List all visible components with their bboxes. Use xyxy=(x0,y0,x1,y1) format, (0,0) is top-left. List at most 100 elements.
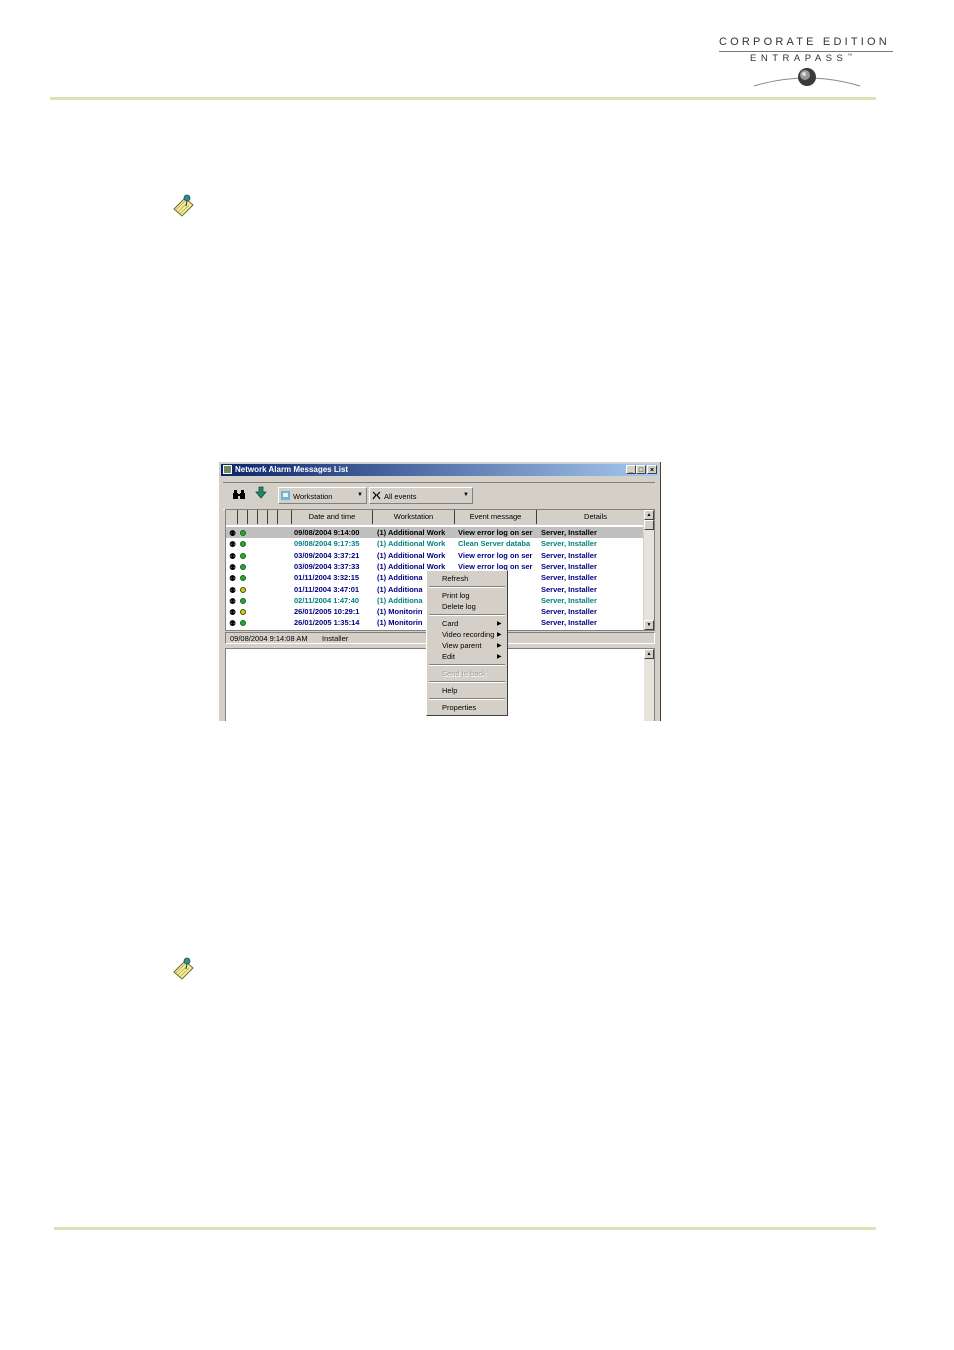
cell-details: Server, Installer xyxy=(541,573,597,583)
entrapass-logo: CORPORATE EDITION ENTRAPASS™ xyxy=(716,36,896,92)
table-row[interactable]: ⚉ 09/08/2004 9:14:00 (1) Additional Work Vi… xyxy=(226,527,646,538)
chevron-down-icon: ▼ xyxy=(463,492,469,498)
status-datetime: 09/08/2004 9:14:08 AM xyxy=(230,634,308,643)
column-header-date[interactable]: Date and time xyxy=(292,510,373,524)
status-dot-icon xyxy=(240,563,246,570)
menu-item-send-to-back: Send to back xyxy=(442,669,486,678)
cell-workstation: (1) Additiona xyxy=(377,595,423,605)
scroll-thumb[interactable] xyxy=(644,520,654,530)
submenu-arrow-icon: ▶ xyxy=(497,643,502,649)
maximize-button[interactable]: □ xyxy=(636,465,646,474)
menu-separator xyxy=(429,698,505,700)
cell-details: Server, Installer xyxy=(541,584,597,594)
column-header-event-message[interactable]: Event message xyxy=(455,510,537,524)
status-dot-icon xyxy=(240,620,246,627)
menu-item-view-parent[interactable]: View parent xyxy=(442,641,481,650)
cell-date: 03/09/2004 3:37:21 xyxy=(294,550,360,560)
menu-item-print-log[interactable]: Print log xyxy=(442,591,470,600)
events-dropdown[interactable]: All events ▼ xyxy=(369,487,473,504)
menu-separator xyxy=(429,664,505,666)
column-header-details[interactable]: Details xyxy=(537,510,654,524)
column-header-icon4[interactable] xyxy=(258,510,268,524)
column-header-icon6[interactable] xyxy=(278,510,292,524)
cell-workstation: (1) Monitorin xyxy=(377,607,423,617)
menu-item-edit[interactable]: Edit xyxy=(442,652,455,661)
cell-workstation: (1) Additiona xyxy=(377,573,423,583)
status-dot-icon xyxy=(240,586,246,593)
workstation-icon xyxy=(281,491,290,500)
cell-date: 09/08/2004 9:17:35 xyxy=(294,539,360,549)
cell-workstation: (1) Additional Work xyxy=(377,550,446,560)
note-pad-icon xyxy=(173,957,194,980)
chevron-down-icon: ▼ xyxy=(357,492,363,498)
window-title: Network Alarm Messages List xyxy=(235,465,349,474)
list-header: Date and time Workstation Event message … xyxy=(226,510,646,525)
cell-date: 26/01/2005 10:29:1 xyxy=(294,607,360,617)
context-menu: Refresh Print log Delete log Card ▶ Vide… xyxy=(426,570,508,716)
column-header-icon3[interactable] xyxy=(248,510,258,524)
menu-item-delete-log[interactable]: Delete log xyxy=(442,602,476,611)
submenu-arrow-icon: ▶ xyxy=(497,632,502,638)
cell-event-message: Clean Server databa xyxy=(458,539,531,549)
submenu-arrow-icon: ▶ xyxy=(497,654,502,660)
cell-event-message: View error log on ser xyxy=(458,550,533,560)
network-alarm-messages-window: Network Alarm Messages List _ □ × Workst… xyxy=(218,461,661,721)
menu-item-help[interactable]: Help xyxy=(442,686,457,695)
menu-item-card[interactable]: Card xyxy=(442,619,458,628)
workstation-dropdown[interactable]: Workstation ▼ xyxy=(278,487,367,504)
cell-workstation: (1) Additiona xyxy=(377,584,423,594)
logo-tm: ™ xyxy=(847,53,853,59)
table-row[interactable]: ⚉ 09/08/2004 9:17:35 (1) Additional Work Cl… xyxy=(226,538,646,549)
cell-workstation: (1) Additional Work xyxy=(377,528,446,537)
arrow-down-icon[interactable] xyxy=(255,486,267,499)
close-button[interactable]: × xyxy=(647,465,657,474)
footer-divider xyxy=(54,1227,876,1230)
column-header-icon1[interactable] xyxy=(226,510,238,524)
logo-corporate-edition: CORPORATE EDITION xyxy=(719,36,890,48)
submenu-arrow-icon: ▶ xyxy=(497,621,502,627)
cell-date: 26/01/2005 1:35:14 xyxy=(294,618,360,628)
logo-globe-icon xyxy=(753,68,861,87)
scroll-up-button[interactable]: ▲ xyxy=(644,510,654,520)
column-header-icon5[interactable] xyxy=(268,510,278,524)
cell-details: Server, Installer xyxy=(541,595,597,605)
scroll-down-button[interactable]: ▼ xyxy=(644,620,654,630)
table-row[interactable]: ⚉ 03/09/2004 3:37:21 (1) Additional Work Vi… xyxy=(226,550,646,561)
menu-separator xyxy=(429,681,505,683)
cell-workstation: (1) Additional Work xyxy=(377,539,446,549)
menu-item-properties[interactable]: Properties xyxy=(442,703,476,712)
list-scrollbar[interactable]: ▲ ▼ xyxy=(643,510,654,630)
cell-details: Server, Installer xyxy=(541,618,597,628)
window-title-bar[interactable]: Network Alarm Messages List _ □ × xyxy=(221,464,658,476)
status-dot-icon xyxy=(240,541,246,548)
column-header-icon2[interactable] xyxy=(238,510,248,524)
status-dot-icon xyxy=(240,609,246,616)
cell-details: Server, Installer xyxy=(541,528,597,537)
menu-item-refresh[interactable]: Refresh xyxy=(442,574,468,583)
logo-rule xyxy=(719,51,893,52)
cell-details: Server, Installer xyxy=(541,539,597,549)
status-dot-icon xyxy=(240,597,246,604)
workstation-dropdown-label: Workstation xyxy=(293,492,333,501)
logo-entrapass-text: ENTRAPASS xyxy=(750,53,848,65)
cell-date: 09/08/2004 9:14:00 xyxy=(294,527,360,538)
window-app-icon xyxy=(223,465,232,474)
menu-separator xyxy=(429,614,505,616)
cell-details: Server, Installer xyxy=(541,607,597,617)
cell-date: 01/11/2004 3:47:01 xyxy=(294,584,360,594)
scroll-up-button[interactable]: ▲ xyxy=(644,649,654,659)
toolbar: Workstation ▼ All events ▼ xyxy=(223,482,655,510)
binoculars-icon[interactable] xyxy=(233,490,245,500)
status-dot-icon xyxy=(240,575,246,582)
cell-event-message: View error log on ser xyxy=(458,528,533,537)
menu-item-video-recording[interactable]: Video recording xyxy=(442,630,494,639)
details-scrollbar[interactable]: ▲ xyxy=(644,649,654,721)
menu-separator xyxy=(429,586,505,588)
column-header-workstation[interactable]: Workstation xyxy=(373,510,455,524)
cell-date: 02/11/2004 1:47:40 xyxy=(294,595,360,605)
events-icon xyxy=(372,491,381,500)
cell-date: 03/09/2004 3:37:33 xyxy=(294,561,360,571)
minimize-button[interactable]: _ xyxy=(626,465,636,474)
cell-workstation: (1) Monitorin xyxy=(377,618,423,628)
alarm-type-icon: ⚉ xyxy=(229,619,237,629)
